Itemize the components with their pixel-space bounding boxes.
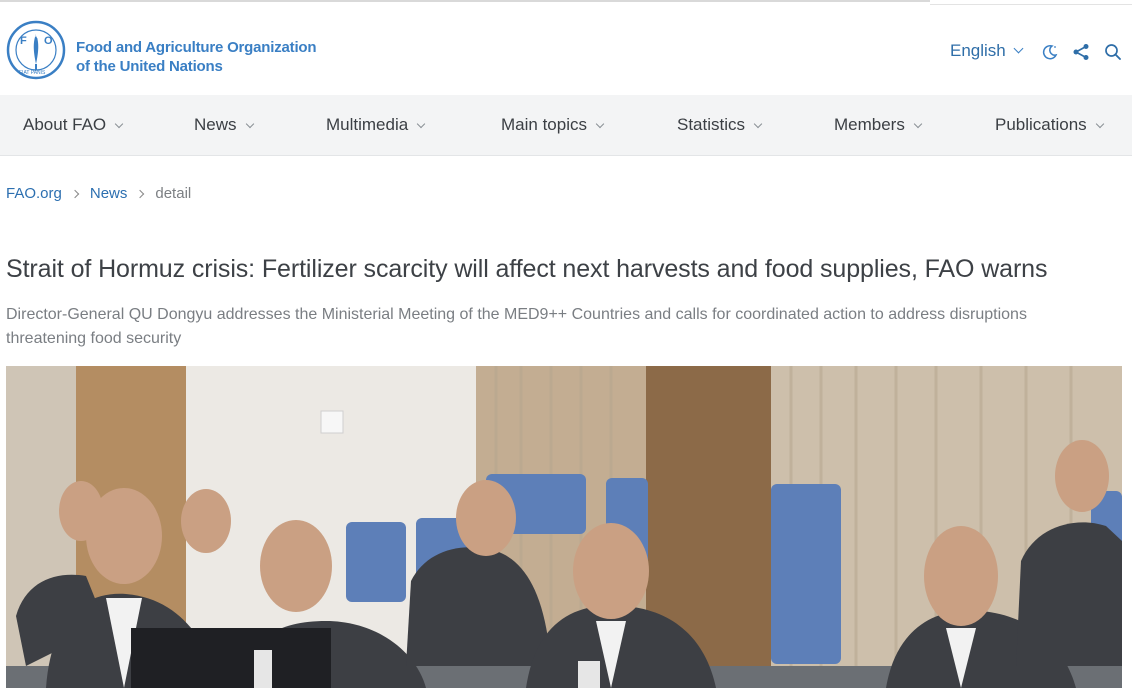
nav-item-label: About FAO xyxy=(23,115,107,134)
chevron-down-icon xyxy=(595,119,605,129)
site-header: F A O FIAT PANIS Food and Agriculture Or… xyxy=(0,5,1132,95)
fao-logo-icon: F A O FIAT PANIS xyxy=(6,20,66,80)
chevron-down-icon xyxy=(114,119,124,129)
nav-item-statistics[interactable]: Statistics xyxy=(677,95,763,155)
chevron-down-icon xyxy=(913,119,923,129)
logo-motto: FIAT PANIS xyxy=(19,70,46,76)
nav-item-about-fao[interactable]: About FAO xyxy=(23,95,124,155)
chevron-down-icon xyxy=(1013,43,1024,54)
chevron-down-icon xyxy=(416,119,426,129)
main-navigation: About FAO News Multimedia Main topics St… xyxy=(0,95,1132,156)
nav-item-main-topics[interactable]: Main topics xyxy=(501,95,605,155)
search-icon[interactable] xyxy=(1104,43,1122,61)
top-progress-line xyxy=(0,0,930,2)
language-selector[interactable]: English xyxy=(950,41,1024,61)
breadcrumb-current: detail xyxy=(155,185,192,202)
chevron-down-icon xyxy=(1095,119,1104,129)
chevron-down-icon xyxy=(245,119,254,129)
chevron-right-icon xyxy=(70,189,80,199)
dark-mode-icon[interactable] xyxy=(1041,43,1059,61)
nav-item-label: News xyxy=(194,115,237,134)
article-title: Strait of Hormuz crisis: Fertilizer scar… xyxy=(6,255,1048,283)
share-icon[interactable] xyxy=(1072,43,1090,61)
nav-item-news[interactable]: News xyxy=(194,95,254,155)
logo-letter-o: O xyxy=(44,35,53,47)
chevron-right-icon xyxy=(136,189,145,199)
nav-item-label: Statistics xyxy=(677,115,746,134)
org-name[interactable]: Food and Agriculture Organization of the… xyxy=(76,38,317,76)
nav-item-label: Multimedia xyxy=(326,115,409,134)
chevron-down-icon xyxy=(753,119,763,129)
nav-item-label: Members xyxy=(834,115,905,134)
breadcrumb: FAO.org News detail xyxy=(6,185,191,202)
nav-item-label: Main topics xyxy=(501,115,587,134)
nav-item-publications[interactable]: Publications xyxy=(995,95,1104,155)
breadcrumb-news-link[interactable]: News xyxy=(90,185,128,202)
article-hero-image xyxy=(6,366,1122,688)
logo-letter-f: F xyxy=(20,35,27,47)
breadcrumb-home-link[interactable]: FAO.org xyxy=(6,185,62,202)
org-name-line2: of the United Nations xyxy=(76,58,223,75)
nav-item-members[interactable]: Members xyxy=(834,95,923,155)
meeting-photo xyxy=(6,366,1122,688)
logo-letter-a: A xyxy=(32,30,39,40)
org-name-line1: Food and Agriculture Organization xyxy=(76,39,317,56)
article-subtitle: Director-General QU Dongyu addresses the… xyxy=(6,306,1027,347)
nav-item-multimedia[interactable]: Multimedia xyxy=(326,95,426,155)
nav-item-label: Publications xyxy=(995,115,1087,134)
fao-logo[interactable]: F A O FIAT PANIS xyxy=(6,20,66,80)
language-label: English xyxy=(950,41,1006,60)
